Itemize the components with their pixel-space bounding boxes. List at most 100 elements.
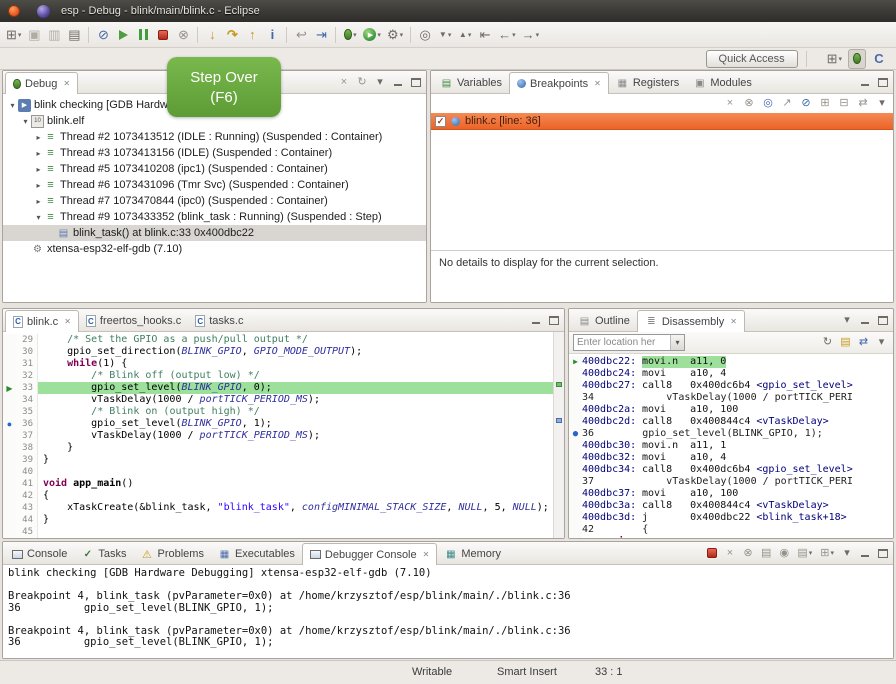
tab-outline[interactable]: Outline [571,311,637,331]
line-number[interactable]: 37 [16,430,38,442]
remove-all-terminated-button[interactable]: ⊗ [741,545,755,561]
code-line[interactable]: 37 vTaskDelay(1000 / portTICK_PERIOD_MS)… [3,430,564,442]
marker-gutter[interactable] [3,346,16,358]
code-text[interactable]: } [38,514,564,526]
code-line[interactable]: 31 while(1) { [3,358,564,370]
marker-gutter[interactable] [3,394,16,406]
close-tab-icon[interactable]: ✕ [423,550,430,559]
maximize-view-button[interactable] [876,312,890,328]
code-line[interactable]: 30 gpio_set_direction(BLINK_GPIO, GPIO_M… [3,346,564,358]
disassembly-line[interactable]: 400dbc32:movi a10, 4 [569,452,893,464]
tree-expander-icon[interactable]: ▸ [33,133,44,142]
terminate-button[interactable] [154,25,172,45]
close-window-button[interactable] [8,5,20,17]
close-tab-icon[interactable]: ✕ [64,317,71,326]
resume-button[interactable] [114,25,132,45]
terminate-console-button[interactable] [705,545,719,561]
disassembly-body[interactable]: 400dbc22:movi.n a11, 0400dbc24:movi a10,… [569,354,893,538]
tab-tasks-c[interactable]: tasks.c [188,311,250,331]
debug-tree-item[interactable]: ▸Thread #2 1073413512 (IDLE : Running) (… [3,129,426,145]
minimize-view-button[interactable] [858,312,872,328]
maximize-view-button[interactable] [876,74,890,90]
remove-launch-button[interactable]: × [723,545,737,561]
next-annotation-button[interactable]: ▼▾ [436,25,454,45]
tab-executables[interactable]: Executables [211,544,302,564]
minimize-view-button[interactable] [529,312,543,328]
disassembly-settings-button[interactable]: ▾ [874,334,889,351]
tree-expander-icon[interactable]: ▸ [33,197,44,206]
tree-expander-icon[interactable]: ▾ [33,213,44,222]
minimize-view-button[interactable] [391,74,405,90]
tab-problems[interactable]: Problems [133,544,210,564]
location-input[interactable] [574,336,670,349]
sync-with-debug-button[interactable]: ⇄ [856,334,871,351]
code-text[interactable]: while(1) { [38,358,564,370]
close-tab-icon[interactable]: ✕ [730,317,737,326]
breakpoint-row[interactable]: ✓ blink.c [line: 36] [431,113,893,130]
code-text[interactable]: } [38,454,564,466]
marker-gutter[interactable] [3,466,16,478]
dropdown-arrow-icon[interactable]: ▾ [468,31,472,39]
code-text[interactable]: } [38,442,564,454]
tab-debug[interactable]: Debug✕ [5,72,78,94]
code-line[interactable]: 32 /* Blink off (output low) */ [3,370,564,382]
disassembly-line[interactable]: 400dbc24:movi a10, 4 [569,368,893,380]
line-number[interactable]: 38 [16,442,38,454]
disassembly-line[interactable]: 400dbc3a:call8 0x400844c4 <vTaskDelay> [569,500,893,512]
line-number[interactable]: 32 [16,370,38,382]
tree-expander-icon[interactable]: ▸ [33,181,44,190]
tab-blink-c[interactable]: blink.c✕ [5,310,79,332]
tab-memory[interactable]: Memory [437,544,508,564]
tab-breakpoints[interactable]: Breakpoints✕ [509,72,609,94]
debug-tree-item[interactable]: ▾Thread #9 1073433352 (blink_task : Runn… [3,209,426,225]
link-with-debug-view-button[interactable]: ⇄ [856,96,870,111]
current-line-mark[interactable] [556,382,562,387]
marker-gutter[interactable] [3,490,16,502]
code-line[interactable]: 45 [3,526,564,538]
external-tools-button[interactable]: ⚙▾ [385,25,405,45]
tab-disassembly[interactable]: Disassembly✕ [637,310,745,332]
marker-gutter[interactable] [3,334,16,346]
code-text[interactable]: gpio_set_level(BLINK_GPIO, 0); [38,382,564,394]
skip-all-breakpoints-button[interactable]: ⊘ [94,25,112,45]
line-number[interactable]: 29 [16,334,38,346]
disassembly-line[interactable]: 400dbc3d:j 0x400dbc22 <blink_task+18> [569,512,893,524]
drop-to-frame-button[interactable]: ↩ [292,25,310,45]
code-line[interactable]: 42{ [3,490,564,502]
close-tab-icon[interactable]: ✕ [63,79,70,88]
code-line[interactable]: 39} [3,454,564,466]
tab-tasks[interactable]: Tasks [74,544,133,564]
debug-tree-item[interactable]: xtensa-esp32-elf-gdb (7.10) [3,241,426,257]
instruction-pointer-icon[interactable] [3,382,16,394]
debug-tree-item[interactable]: ▸Thread #6 1073431096 (Tmr Svc) (Suspend… [3,177,426,193]
dropdown-arrow-icon[interactable]: ▾ [809,549,813,557]
marker-gutter[interactable] [3,478,16,490]
tab-freertos-hooks-c[interactable]: freertos_hooks.c [79,311,188,331]
line-number[interactable]: 30 [16,346,38,358]
instruction-stepping-button[interactable]: i [263,25,281,45]
code-line[interactable]: 29 /* Set the GPIO as a push/pull output… [3,334,564,346]
marker-gutter[interactable] [3,406,16,418]
tab-registers[interactable]: Registers [609,73,686,93]
overview-ruler[interactable] [553,332,564,538]
code-text[interactable]: /* Blink on (output high) */ [38,406,564,418]
marker-gutter[interactable] [3,514,16,526]
debug-tree-item[interactable]: ▸Thread #7 1073470844 (ipc0) (Suspended … [3,193,426,209]
dropdown-arrow-icon[interactable]: ▾ [536,31,540,39]
disassembly-line[interactable]: 400dbc22:movi.n a11, 0 [569,356,893,368]
marker-gutter[interactable] [3,442,16,454]
line-number[interactable]: 33 [16,382,38,394]
disassembly-view-menu-button[interactable]: ▾ [840,312,854,328]
code-line[interactable]: 36 gpio_set_level(BLINK_GPIO, 1); [3,418,564,430]
location-combo[interactable]: ▾ [573,334,685,351]
disassembly-line[interactable]: 42 { [569,524,893,536]
combo-dropdown-icon[interactable]: ▾ [670,335,684,350]
minimize-view-button[interactable] [858,74,872,90]
line-number[interactable]: 34 [16,394,38,406]
print-button[interactable]: ▤ [65,25,83,45]
disassembly-line[interactable]: app_main: [569,536,893,538]
tab-console[interactable]: Console [5,544,74,564]
collapse-all-button[interactable]: ⊟ [837,96,851,111]
code-text[interactable]: /* Set the GPIO as a push/pull output */ [38,334,564,346]
code-line[interactable]: 38 } [3,442,564,454]
